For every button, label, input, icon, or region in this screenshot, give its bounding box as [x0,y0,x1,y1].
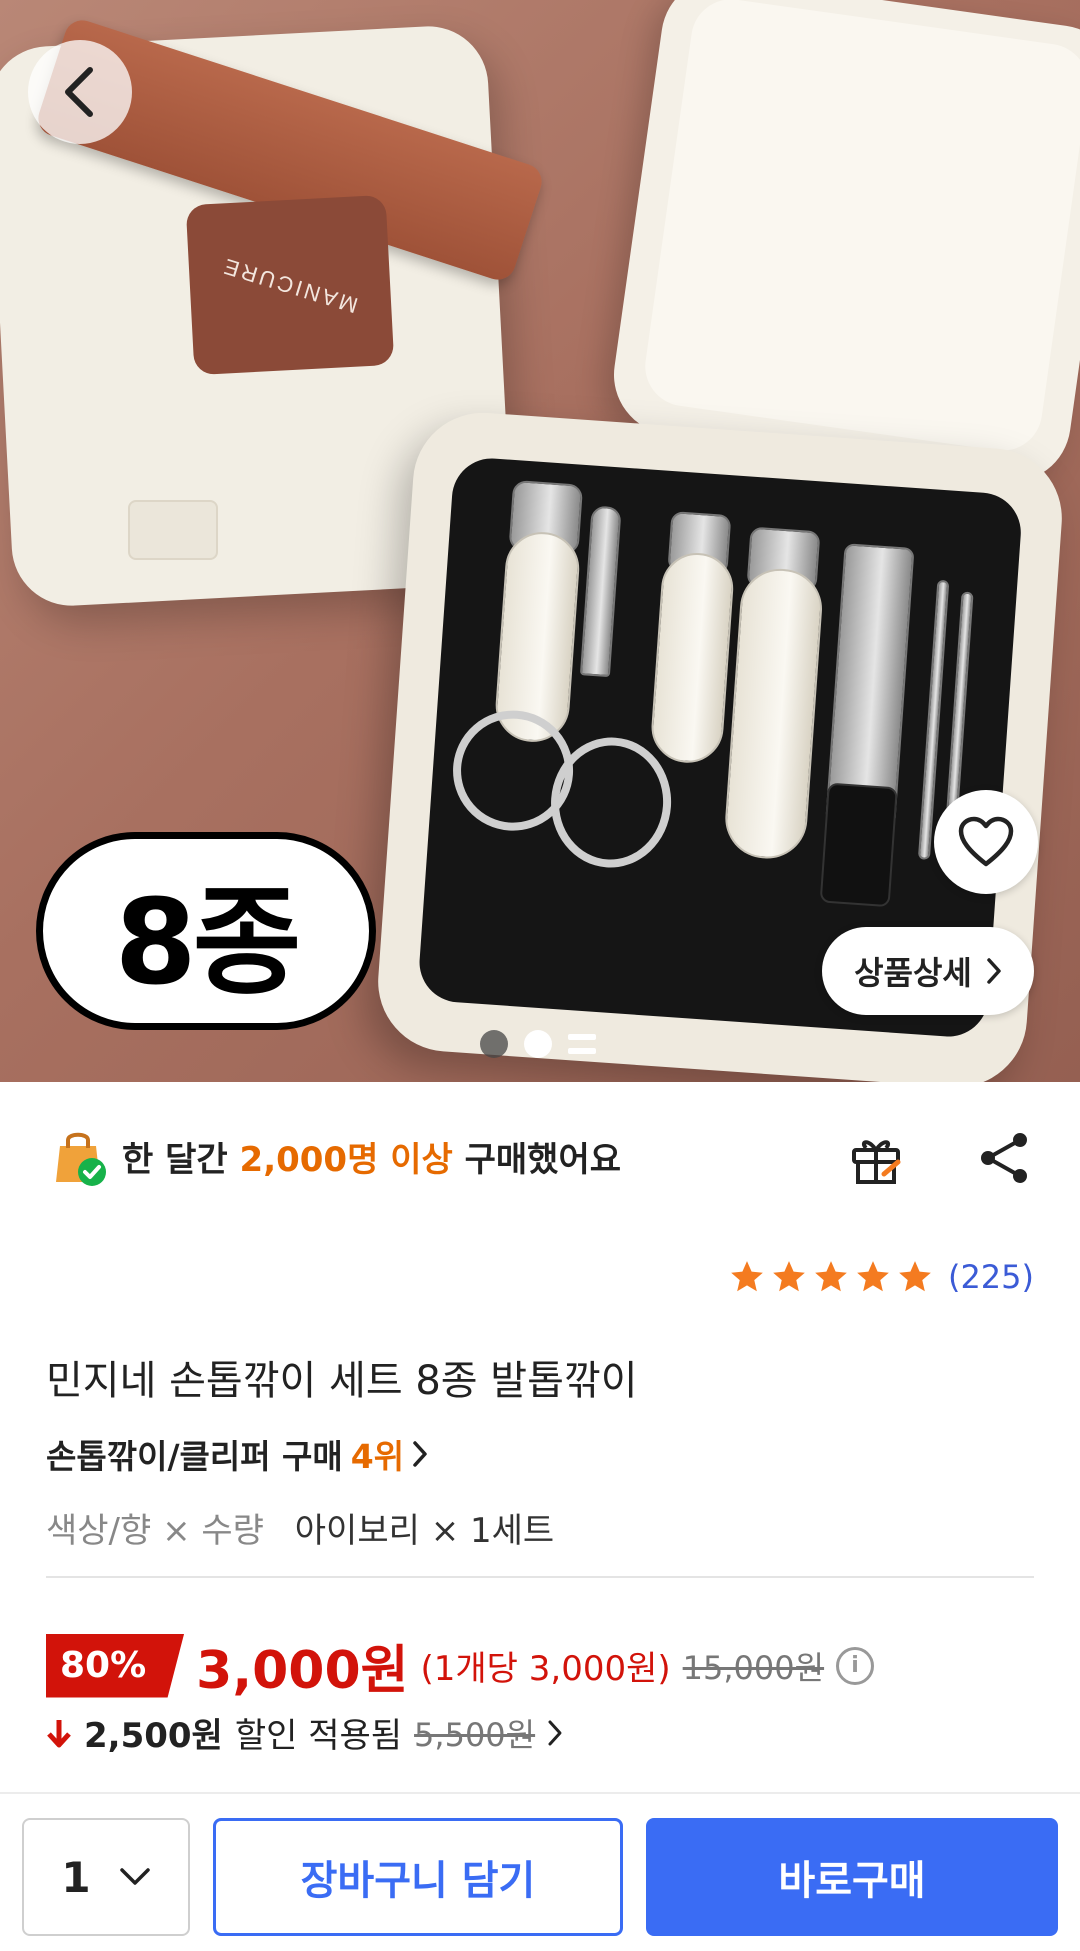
star-icon [731,1261,763,1292]
gift-button[interactable] [846,1128,906,1188]
gift-icon [852,1140,901,1184]
chevron-right-icon [548,1720,562,1745]
set-count-badge: 8종 [36,832,376,1030]
rank-category: 손톱깎이/클리퍼 구매 [46,1437,343,1476]
back-button[interactable] [28,40,132,144]
bottom-action-bar: 1 장바구니 담기 바로구매 [0,1792,1080,1951]
discount-rate: 80% [60,1645,147,1686]
star-icon [899,1261,931,1292]
info-icon[interactable]: i [836,1646,875,1685]
sale-price: 3,000원 [196,1641,409,1701]
coupon-original-price: 5,500원 [414,1715,536,1754]
carousel-more-icon[interactable] [568,1030,596,1058]
chevron-right-icon [413,1441,427,1467]
purchase-count-banner: 한 달간 2,000명 이상 구매했어요 [46,1124,621,1188]
product-detail-button[interactable]: 상품상세 [822,927,1034,1015]
purchase-count-prefix: 한 달간 [122,1139,228,1180]
carousel-indicator [480,1030,596,1058]
shopping-bag-check-icon [56,1132,106,1186]
purchase-count-suffix: 구매했어요 [464,1139,622,1180]
product-detail-label: 상품상세 [854,954,972,992]
carousel-dot[interactable] [480,1030,508,1058]
original-price: 15,000원 [682,1648,825,1687]
add-to-cart-label: 장바구니 담기 [300,1858,536,1904]
rank-number: 4위 [350,1437,405,1476]
coupon-amount: 2,500원 [84,1716,223,1756]
product-title: 민지네 손톱깎이 세트 8종 발톱깎이 [46,1358,638,1404]
rating-summary[interactable]: (225) [728,1258,1034,1296]
heart-icon [958,816,1014,867]
arrow-down-icon [47,1719,71,1747]
brand-logo-text: MANICURE [218,252,362,319]
section-divider [46,1576,1034,1578]
purchase-count-text: 한 달간 2,000명 이상 구매했어요 [122,1132,621,1181]
option-value: 아이보리 × 1세트 [294,1511,555,1551]
coupon-text: 할인 적용됨 [234,1716,403,1756]
share-icon [981,1133,1027,1183]
star-icon [815,1261,847,1292]
option-label: 색상/향 × 수량 [46,1511,264,1551]
review-count[interactable]: (225) [948,1258,1034,1296]
buy-now-label: 바로구매 [778,1858,926,1904]
wishlist-button[interactable] [934,790,1038,894]
share-button[interactable] [974,1128,1034,1188]
star-icon [857,1261,889,1292]
buy-now-button[interactable]: 바로구매 [646,1818,1058,1936]
purchase-count-highlight: 2,000명 이상 [239,1139,453,1180]
price-row: 80% 3,000원 (1개당 3,000원) 15,000원 i [46,1628,875,1703]
chevron-down-icon [119,1868,150,1885]
selected-option: 색상/향 × 수량 아이보리 × 1세트 [46,1503,554,1552]
discount-badge: 80% [46,1633,185,1698]
quantity-value: 1 [61,1852,91,1902]
product-image-carousel[interactable]: MANICURE 8종 상품상세 [0,0,1080,1082]
quantity-select[interactable]: 1 [22,1818,190,1936]
chevron-right-icon [987,958,1001,984]
case-lid-image [606,0,1080,490]
star-icon [773,1261,805,1292]
coupon-discount-row[interactable]: 2,500원 할인 적용됨 5,500원 [46,1708,563,1757]
unit-price: (1개당 3,000원) [420,1649,671,1689]
category-rank-link[interactable]: 손톱깎이/클리퍼 구매 4위 [46,1430,428,1478]
set-count-text: 8종 [114,872,302,1011]
chevron-left-icon [65,67,93,117]
add-to-cart-button[interactable]: 장바구니 담기 [213,1818,623,1936]
case-clasp-image [128,500,218,560]
brand-plate: MANICURE [185,194,395,376]
carousel-dot-active[interactable] [524,1030,552,1058]
